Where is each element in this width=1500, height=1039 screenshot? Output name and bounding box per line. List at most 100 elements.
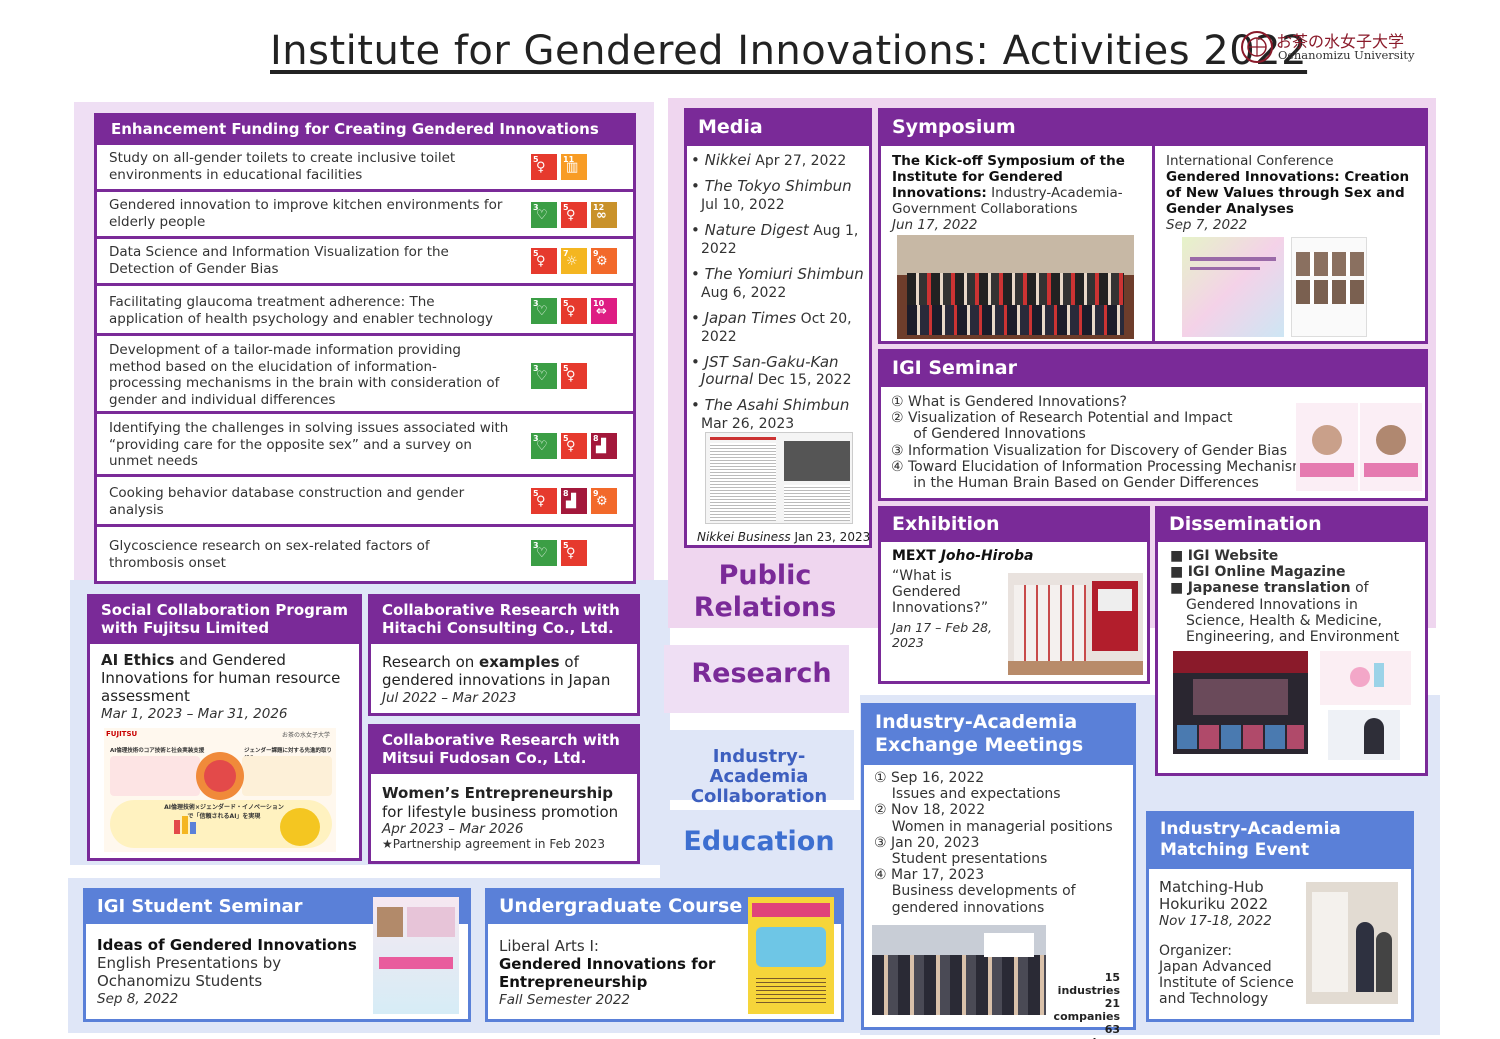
funding-row: Facilitating glaucoma treatment adherenc… [94,286,636,336]
media-caption: Nikkei Business Jan 23, 2023 [697,530,870,544]
sdg3-icon: 3 ♡ [531,298,557,324]
media-item: • Nikkei Apr 27, 2022 [691,152,869,170]
hitachi-text-1: Research on [382,653,480,671]
dissemination-list: ■ IGI Website ■ IGI Online Magazine ■ Ja… [1170,548,1420,645]
exhibition-venue: MEXT Joho-Hiroba [892,548,1033,564]
funding-row-text: Study on all-gender toilets to create in… [109,150,456,183]
sdg8-icon: 8 ▟ [561,488,587,514]
matching-header: Industry-Academia Matching Event [1146,811,1414,869]
fujitsu-title-bold: AI Ethics [101,651,175,669]
exhibition-venue-mext: MEXT [892,548,941,564]
funding-row: Data Science and Information Visualizati… [94,239,636,286]
media-header: Media [684,108,872,146]
exhibition-quote: “What is Gendered Innovations?” [892,568,989,616]
exchange-item: Business developments of [874,883,1076,900]
media-item: • JST San-Gaku-Kan Journal Dec 15, 2022 [691,354,869,389]
university-logo: お茶の水女子大学 Ochanomizu University [1240,28,1414,68]
media-item: • Japan Times Oct 20, 2022 [691,310,869,346]
media-date: Aug 6, 2022 [701,285,787,301]
sdg5-icon: 5 ♀ [561,540,587,566]
hitachi-text-bold: examples [479,653,560,671]
funding-row-text: Identifying the challenges in solving is… [109,420,509,469]
img-text [784,485,850,521]
website-screenshot[interactable] [1173,651,1308,754]
flyer-title-box [407,907,455,937]
fig-center-inner [204,760,236,792]
photo-panels [1014,585,1086,663]
funding-row: Development of a tailor-made information… [94,336,636,414]
sdg8-icon: 8 ▟ [591,433,617,459]
fujitsu-brand: FUJITSU [106,730,138,738]
sdg5-icon: 5 ♀ [531,154,557,180]
dissemination-item[interactable]: ■ IGI Online Magazine [1170,564,1420,580]
sdg12-icon: 12 ∞ [591,202,617,228]
media-list: • Nikkei Apr 27, 2022 • The Tokyo Shimbun… [691,152,869,441]
sdg10-icon: 10 ⇔ [591,298,617,324]
flyer-faces [1296,252,1364,276]
magazine-graphic [1350,667,1370,687]
bullet-icon: • [691,177,705,195]
photo-screen [1098,589,1132,611]
media-date: Jul 10, 2022 [701,197,785,213]
dissemination-item[interactable]: ■ IGI Website [1170,548,1420,564]
bullet-icon: • [691,309,705,327]
media-date: Apr 27, 2022 [750,153,847,169]
seminar-item: ④ Toward Elucidation of Information Proc… [891,458,1314,475]
exchange-stats: 15 industries 21 companies 63 members [1048,971,1120,1039]
seminar-item: of Gendered Innovations [891,426,1086,443]
flyer-band [1364,463,1418,477]
exchange-item: ① Sep 16, 2022 [874,770,985,786]
research-label: Research [691,658,832,689]
sdg3-icon: 3 ♡ [531,540,557,566]
funding-row: Glycoscience research on sex-related fac… [94,527,636,584]
dissemination-item-label: IGI Website [1187,548,1279,564]
mitsui-note: ★Partnership agreement in Feb 2023 [382,837,605,851]
img-text [710,443,776,521]
media-caption-name: Nikkei Business [697,530,791,544]
fujitsu-fig-logo: お茶の水女子大学 [282,732,331,739]
matching-date: Nov 17-18, 2022 [1159,913,1272,929]
public-relations-label: Public Relations [693,560,837,623]
mitsui-title: Women’s Entrepreneurship [382,784,614,802]
photo-person [1356,922,1374,992]
dissemination-item-label: IGI Online Magazine [1187,564,1346,581]
flyer-portrait [1312,425,1342,455]
sdg5-icon: 5 ♀ [531,248,557,274]
course-text: Liberal Arts I: Gendered Innovations for… [499,937,741,1009]
sdg3-icon: 3 ♡ [531,363,557,389]
site-hero [1193,679,1288,715]
fig-yellow-circle [280,808,320,846]
funding-row: Identifying the challenges in solving is… [94,414,636,477]
photo-people-row [907,305,1124,335]
flyer-line [1190,267,1260,270]
student-seminar-title: Ideas of Gendered Innovations [97,936,357,954]
magazine-screenshot[interactable] [1320,651,1411,705]
matching-org-label: Organizer: [1159,943,1232,959]
seminar-flyer-1 [1296,403,1358,491]
mitsui-subtitle: for lifestyle business promotion [382,803,619,821]
matching-text: Matching-Hub Hokuriku 2022 Nov 17-18, 20… [1159,879,1299,930]
seminar-item: ① What is Gendered Innovations? [891,394,1127,410]
media-name: The Yomiuri Shimbun [704,265,864,283]
conference-flyer-1 [1182,237,1284,337]
dissemination-item[interactable]: ■ Japanese translation of Gendered Innov… [1170,580,1420,645]
sdg5-icon: 5 ♀ [561,202,587,228]
fujitsu-header: Social Collaboration Program with Fujits… [87,594,362,644]
flyer-line [1190,257,1276,261]
magazine-portrait [1328,710,1400,760]
course-title: Gendered Innovations for Entrepreneurshi… [499,955,716,991]
sdg3-icon: 3 ♡ [531,202,557,228]
fujitsu-fig-left: AI倫理技術のコア技術と社会実装支援 [110,748,205,754]
media-name: The Tokyo Shimbun [704,177,852,195]
flyer-portrait [1376,425,1406,455]
exchange-stat: 63 members [1062,1023,1120,1039]
seminar-item: in the Human Brain Based on Gender Diffe… [891,475,1259,492]
student-seminar-flyer [373,897,459,1014]
seminar-item: ③ Information Visualization for Discover… [891,442,1288,459]
media-item: • The Asahi Shimbun Mar 26, 2023 [691,397,869,433]
fig-right-box [242,756,332,796]
course-date: Fall Semester 2022 [499,992,630,1008]
student-seminar-desc: English Presentations by Ochanomizu Stud… [97,954,282,990]
exchange-item: gendered innovations [874,899,1045,916]
bullet-icon: • [691,396,705,414]
